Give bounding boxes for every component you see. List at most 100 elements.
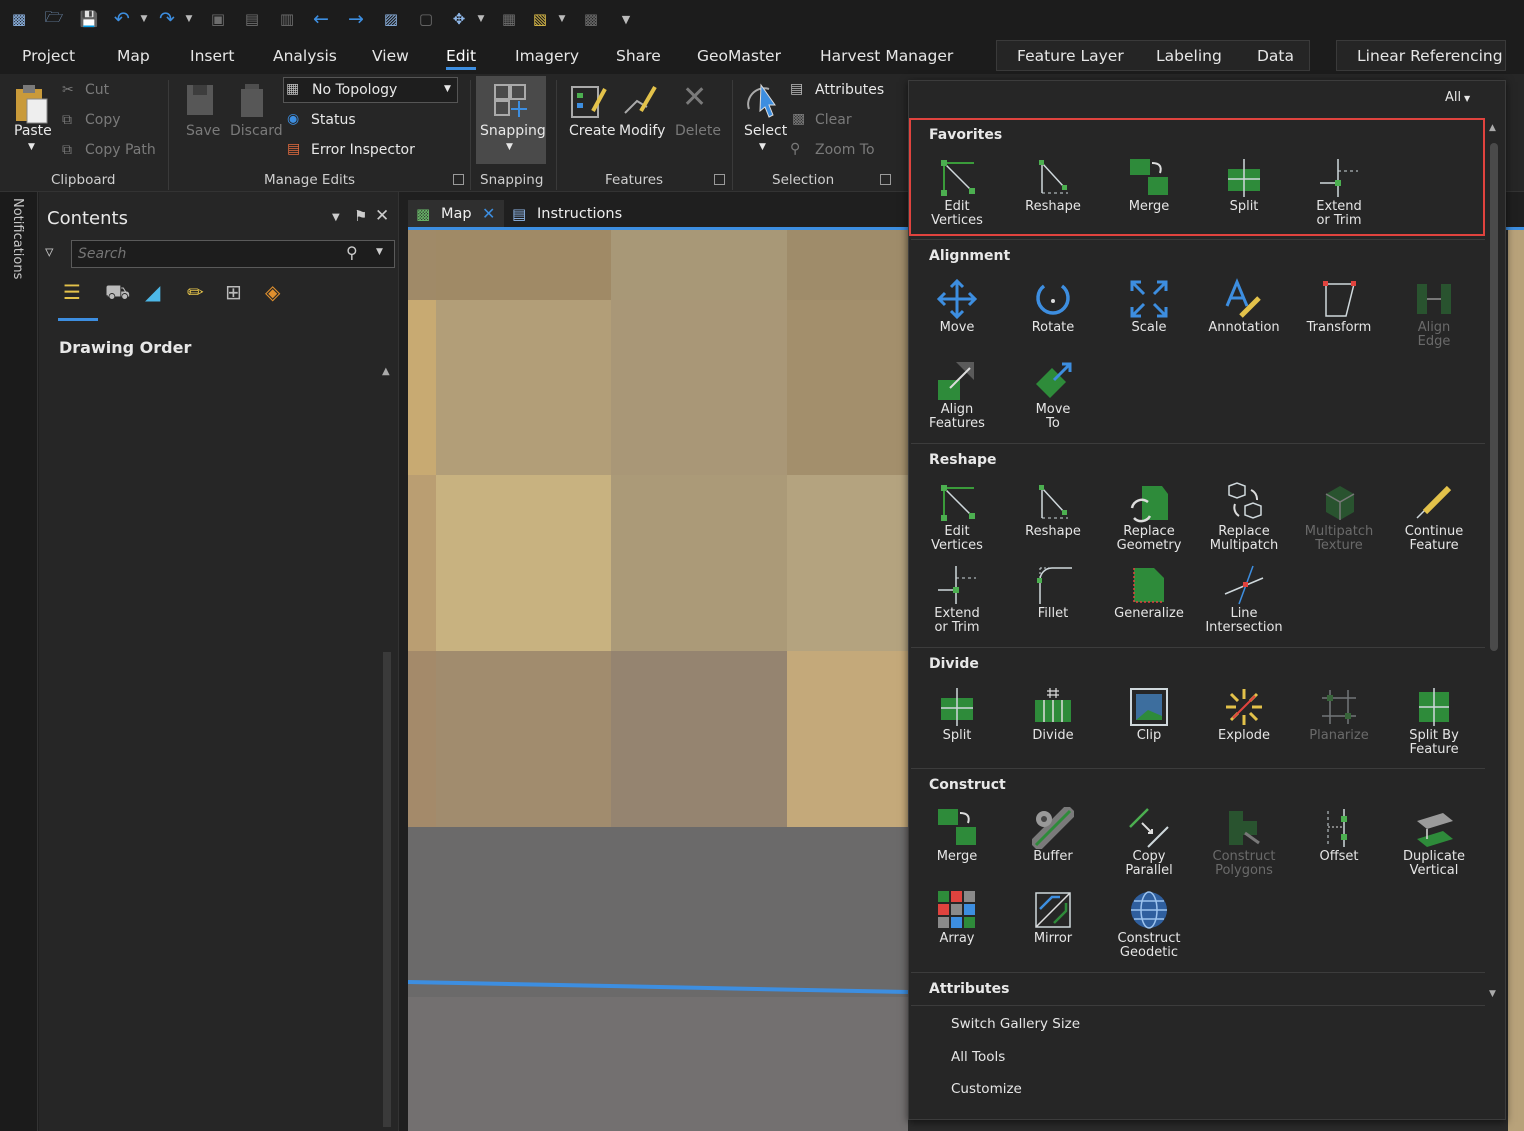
save-edits-button[interactable]: Save <box>186 123 220 139</box>
customize-item[interactable]: Customize <box>951 1081 1022 1097</box>
toolbar-dropdown-icon[interactable]: ▼ <box>556 8 568 30</box>
toolbar-tool-icon[interactable]: ▦ <box>499 8 519 30</box>
tab-analysis[interactable]: Analysis <box>273 47 337 65</box>
toolbar-tool-icon[interactable]: ▨ <box>381 8 401 30</box>
tab-geomaster[interactable]: GeoMaster <box>697 47 781 65</box>
status-button[interactable]: Status <box>311 112 356 128</box>
tool-align-features[interactable]: Align Features <box>909 360 1005 431</box>
tool-scale[interactable]: Scale <box>1101 278 1197 335</box>
instructions-tab-label[interactable]: Instructions <box>537 206 622 222</box>
undo-icon[interactable]: ↶ <box>112 8 132 30</box>
open-project-icon[interactable]: 🗁 <box>44 8 64 30</box>
tool-array[interactable]: Array <box>909 889 1005 946</box>
tool-buffer[interactable]: Buffer <box>1005 807 1101 864</box>
tool-move[interactable]: Move <box>909 278 1005 335</box>
tool-move-to[interactable]: Move To <box>1005 360 1101 431</box>
modify-button[interactable]: Modify <box>619 123 665 139</box>
tool-divide[interactable]: Divide <box>1005 686 1101 743</box>
tab-edit[interactable]: Edit <box>446 47 477 70</box>
tool-replace-multipatch[interactable]: Replace Multipatch <box>1196 482 1292 553</box>
tab-linear-referencing[interactable]: Linear Referencing <box>1357 47 1503 65</box>
tool-rotate[interactable]: Rotate <box>1005 278 1101 335</box>
scroll-up-icon[interactable]: ▲ <box>382 366 390 377</box>
paste-icon[interactable] <box>12 82 52 126</box>
customize-qat-icon[interactable]: ▼ <box>620 8 632 30</box>
attributes-button[interactable]: Attributes <box>815 82 884 98</box>
tab-feature-layer[interactable]: Feature Layer <box>1017 47 1124 65</box>
tab-view[interactable]: View <box>372 47 409 65</box>
map-tab-label[interactable]: Map <box>441 206 472 222</box>
tool-replace-geometry[interactable]: Replace Geometry <box>1101 482 1197 553</box>
list-by-editing-icon[interactable]: ✏ <box>187 280 204 304</box>
tool-fillet[interactable]: Fillet <box>1005 564 1101 621</box>
tool-align-edge[interactable]: Align Edge <box>1386 278 1482 349</box>
tool-offset[interactable]: Offset <box>1291 807 1387 864</box>
tool-construct-polygons[interactable]: Construct Polygons <box>1196 807 1292 878</box>
error-inspector-button[interactable]: Error Inspector <box>311 142 415 158</box>
tool-edit-vertices[interactable]: Edit Vertices <box>909 157 1005 228</box>
error-inspector-icon[interactable]: ▤ <box>287 141 300 157</box>
tool-reshape[interactable]: Reshape <box>1005 482 1101 539</box>
search-options-chevron-icon[interactable]: ▼ <box>376 247 383 257</box>
filter-icon[interactable]: ▿ <box>45 242 54 262</box>
tool-split[interactable]: Split <box>1196 157 1292 214</box>
tool-line-intersection[interactable]: Line Intersection <box>1196 564 1292 635</box>
undo-dropdown-icon[interactable]: ▼ <box>138 8 150 30</box>
tool-planarize[interactable]: Planarize <box>1291 686 1387 743</box>
paste-button[interactable]: Paste <box>14 123 52 139</box>
forward-arrow-icon[interactable]: → <box>346 8 366 30</box>
notifications-label[interactable]: Notifications <box>10 198 25 279</box>
list-by-source-icon[interactable]: ⛟ <box>105 280 130 307</box>
tool-split-by-feature[interactable]: Split By Feature <box>1386 686 1482 757</box>
dialog-launcher-icon[interactable] <box>714 174 725 185</box>
pane-options-chevron-icon[interactable]: ▼ <box>332 212 340 223</box>
clear-selection-icon[interactable]: ▩ <box>792 111 805 127</box>
contents-scrollbar[interactable] <box>383 652 391 1127</box>
gallery-filter-dropdown[interactable]: All <box>1445 90 1461 105</box>
back-arrow-icon[interactable]: ← <box>311 8 331 30</box>
list-by-labeling-icon[interactable]: ◈ <box>265 280 280 304</box>
dialog-launcher-icon[interactable] <box>453 174 464 185</box>
pin-icon[interactable]: ⚑ <box>354 207 367 225</box>
scroll-down-icon[interactable]: ▼ <box>1489 989 1496 999</box>
all-tools-item[interactable]: All Tools <box>951 1049 1005 1065</box>
tab-map[interactable]: Map <box>117 47 150 65</box>
close-map-tab-icon[interactable]: ✕ <box>482 204 495 223</box>
tool-extend-or-trim[interactable]: Extend or Trim <box>1291 157 1387 228</box>
copy-button[interactable]: Copy <box>85 112 121 128</box>
navigate-icon[interactable]: ✥ <box>449 8 469 30</box>
delete-button[interactable]: Delete <box>675 123 721 139</box>
create-button[interactable]: Create <box>569 123 616 139</box>
attributes-icon[interactable]: ▤ <box>790 81 803 97</box>
tool-merge[interactable]: Merge <box>1101 157 1197 214</box>
copy-path-button[interactable]: Copy Path <box>85 142 156 158</box>
create-features-icon[interactable] <box>568 80 610 122</box>
search-input[interactable] <box>78 244 338 264</box>
tool-annotation[interactable]: Annotation <box>1196 278 1292 335</box>
status-icon[interactable]: ◉ <box>287 111 299 127</box>
toolbar-tool-icon[interactable]: ▥ <box>277 8 297 30</box>
scroll-up-icon[interactable]: ▲ <box>1489 123 1496 133</box>
tool-duplicate-vertical[interactable]: Duplicate Vertical <box>1386 807 1482 878</box>
modify-features-icon[interactable] <box>620 80 662 122</box>
close-icon[interactable]: ✕ <box>375 206 389 226</box>
chevron-down-icon[interactable]: ▼ <box>1464 94 1470 103</box>
tool-transform[interactable]: Transform <box>1291 278 1387 335</box>
discard-edits-icon[interactable] <box>234 80 272 122</box>
search-icon[interactable]: ⚲ <box>346 243 358 262</box>
tool-multipatch-texture[interactable]: Multipatch Texture <box>1291 482 1387 553</box>
select-icon[interactable] <box>742 78 784 122</box>
tab-project[interactable]: Project <box>22 47 75 65</box>
copy-icon[interactable]: ⧉ <box>62 112 72 128</box>
toolbar-tool-icon[interactable]: ▧ <box>530 8 550 30</box>
toolbar-tool-icon[interactable]: ▤ <box>242 8 262 30</box>
redo-dropdown-icon[interactable]: ▼ <box>183 8 195 30</box>
map-line-feature[interactable] <box>408 970 908 1000</box>
list-by-selection-icon[interactable]: ◢ <box>145 280 160 304</box>
cut-button[interactable]: Cut <box>85 82 109 98</box>
tool-merge[interactable]: Merge <box>909 807 1005 864</box>
tool-continue-feature[interactable]: Continue Feature <box>1386 482 1482 553</box>
tool-reshape[interactable]: Reshape <box>1005 157 1101 214</box>
tab-insert[interactable]: Insert <box>190 47 234 65</box>
new-project-icon[interactable]: ▩ <box>9 8 29 30</box>
